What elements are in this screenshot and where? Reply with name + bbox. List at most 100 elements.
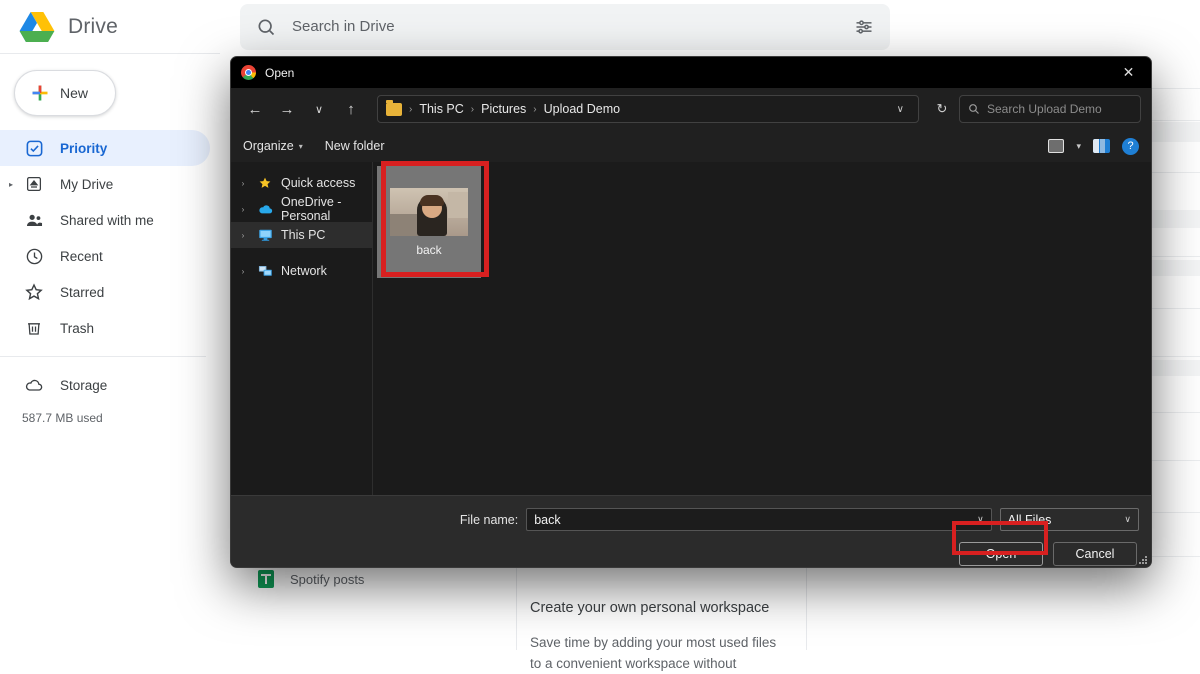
- priority-check-icon: [24, 138, 44, 158]
- sidebar-item-label: Starred: [60, 285, 104, 300]
- file-open-dialog: Open ✕ ← → ∨ ↑ › This PC › Pictures › Up…: [230, 56, 1152, 568]
- file-name-value: back: [534, 513, 560, 527]
- tree-item-label: Quick access: [281, 176, 355, 190]
- tune-icon[interactable]: [854, 17, 874, 37]
- tree-item-this-pc[interactable]: › This PC: [231, 222, 372, 248]
- drive-search-bar[interactable]: Search in Drive: [240, 4, 890, 50]
- dialog-footer: File name: back ∨ All Files ∨ Open Cance…: [231, 495, 1151, 567]
- resize-grip[interactable]: [1138, 555, 1147, 564]
- chevron-down-icon[interactable]: ∨: [1124, 514, 1131, 525]
- breadcrumb-upload-demo[interactable]: Upload Demo: [544, 102, 620, 116]
- sidebar-item-starred[interactable]: Starred: [0, 274, 210, 310]
- close-icon[interactable]: ✕: [1106, 57, 1151, 88]
- sidebar-item-priority[interactable]: Priority: [0, 130, 210, 166]
- navigation-tree: › Quick access › OneDrive - Personal ›: [231, 162, 373, 495]
- dialog-command-bar: Organize ▾ New folder ▾ ?: [231, 130, 1151, 162]
- organize-button[interactable]: Organize ▾: [243, 139, 303, 153]
- open-button[interactable]: Open: [959, 542, 1043, 566]
- file-name-label: back: [416, 243, 441, 257]
- sidebar-item-shared-with-me[interactable]: Shared with me: [0, 202, 210, 238]
- drive-header: Drive Search in Drive: [0, 0, 1200, 53]
- file-type-value: All Files: [1008, 513, 1052, 527]
- file-thumbnail: [390, 188, 468, 236]
- forward-icon[interactable]: →: [273, 95, 301, 123]
- chrome-icon: [241, 65, 256, 80]
- sidebar-item-label: Shared with me: [60, 213, 154, 228]
- chevron-down-icon: ▾: [299, 142, 303, 151]
- search-input[interactable]: Search Upload Demo: [959, 95, 1141, 123]
- star-outline-icon: [24, 282, 44, 302]
- preview-pane-icon[interactable]: [1093, 139, 1110, 153]
- folder-icon: [386, 103, 402, 116]
- promo-title: Create your own personal workspace: [530, 600, 810, 616]
- breadcrumb-separator: ›: [533, 104, 536, 115]
- storage-used-text: 587.7 MB used: [0, 411, 220, 425]
- search-icon: [968, 103, 980, 115]
- drive-search-placeholder: Search in Drive: [292, 18, 838, 35]
- sidebar-item-label: Trash: [60, 321, 94, 336]
- drive-wordmark: Drive: [68, 15, 118, 39]
- new-folder-button[interactable]: New folder: [325, 139, 385, 153]
- tree-item-network[interactable]: › Network: [231, 258, 372, 284]
- refresh-icon[interactable]: ↻: [929, 95, 955, 123]
- breadcrumb[interactable]: › This PC › Pictures › Upload Demo ∨: [377, 95, 919, 123]
- tree-item-label: Network: [281, 264, 327, 278]
- chevron-down-icon[interactable]: ▾: [1076, 141, 1081, 152]
- up-one-level-icon[interactable]: ↑: [337, 95, 365, 123]
- chevron-down-icon[interactable]: ∨: [891, 104, 910, 115]
- google-sheets-icon: [258, 570, 274, 588]
- search-icon: [256, 17, 276, 37]
- sidebar-item-storage[interactable]: Storage: [0, 367, 210, 403]
- help-icon[interactable]: ?: [1122, 138, 1139, 155]
- drive-brand[interactable]: Drive: [0, 0, 240, 53]
- cloud-icon: [24, 375, 44, 395]
- onedrive-cloud-icon: [257, 201, 273, 217]
- file-list[interactable]: back: [373, 162, 1151, 495]
- dialog-titlebar[interactable]: Open ✕: [231, 57, 1151, 88]
- tree-item-label: OneDrive - Personal: [281, 195, 372, 223]
- chevron-right-icon[interactable]: ›: [237, 231, 249, 240]
- view-options-icon[interactable]: [1048, 139, 1064, 153]
- new-button[interactable]: New: [14, 70, 116, 116]
- dialog-title: Open: [265, 66, 294, 80]
- search-placeholder: Search Upload Demo: [987, 102, 1102, 116]
- dialog-body: › Quick access › OneDrive - Personal ›: [231, 162, 1151, 495]
- organize-label: Organize: [243, 139, 294, 153]
- this-pc-monitor-icon: [257, 227, 273, 243]
- background-file-row[interactable]: Spotify posts: [258, 570, 364, 588]
- breadcrumb-pictures[interactable]: Pictures: [481, 102, 526, 116]
- background-file-name: Spotify posts: [290, 572, 364, 587]
- file-tile-back[interactable]: back: [377, 166, 481, 278]
- chevron-right-icon[interactable]: ›: [237, 179, 249, 188]
- star-icon: [257, 175, 273, 191]
- file-type-select[interactable]: All Files ∨: [1000, 508, 1139, 531]
- tree-item-quick-access[interactable]: › Quick access: [231, 170, 372, 196]
- dialog-button-row: Open Cancel: [231, 531, 1151, 566]
- network-icon: [257, 263, 273, 279]
- cancel-button[interactable]: Cancel: [1053, 542, 1137, 566]
- sidebar-item-label: Recent: [60, 249, 103, 264]
- back-icon[interactable]: ←: [241, 95, 269, 123]
- people-icon: [24, 210, 44, 230]
- sidebar-divider: [0, 356, 206, 357]
- breadcrumb-this-pc[interactable]: This PC: [419, 102, 463, 116]
- trash-icon: [24, 318, 44, 338]
- sidebar-item-label: Storage: [60, 378, 107, 393]
- chevron-down-icon[interactable]: ∨: [977, 514, 984, 525]
- file-name-row: File name: back ∨ All Files ∨: [231, 496, 1151, 531]
- plus-icon: [30, 83, 50, 103]
- breadcrumb-separator: ›: [471, 104, 474, 115]
- sidebar-item-trash[interactable]: Trash: [0, 310, 210, 346]
- view-controls: ▾ ?: [1048, 138, 1139, 155]
- recent-locations-icon[interactable]: ∨: [305, 95, 333, 123]
- chevron-right-icon[interactable]: ›: [237, 267, 249, 276]
- file-name-input[interactable]: back ∨: [526, 508, 991, 531]
- sidebar-item-my-drive[interactable]: ▸ My Drive: [0, 166, 210, 202]
- tree-item-onedrive[interactable]: › OneDrive - Personal: [231, 196, 372, 222]
- chevron-right-icon[interactable]: ▸: [9, 180, 13, 189]
- chevron-right-icon[interactable]: ›: [237, 205, 249, 214]
- tree-item-label: This PC: [281, 228, 325, 242]
- sidebar-item-recent[interactable]: Recent: [0, 238, 210, 274]
- google-drive-logo-icon: [18, 10, 56, 44]
- breadcrumb-separator: ›: [409, 104, 412, 115]
